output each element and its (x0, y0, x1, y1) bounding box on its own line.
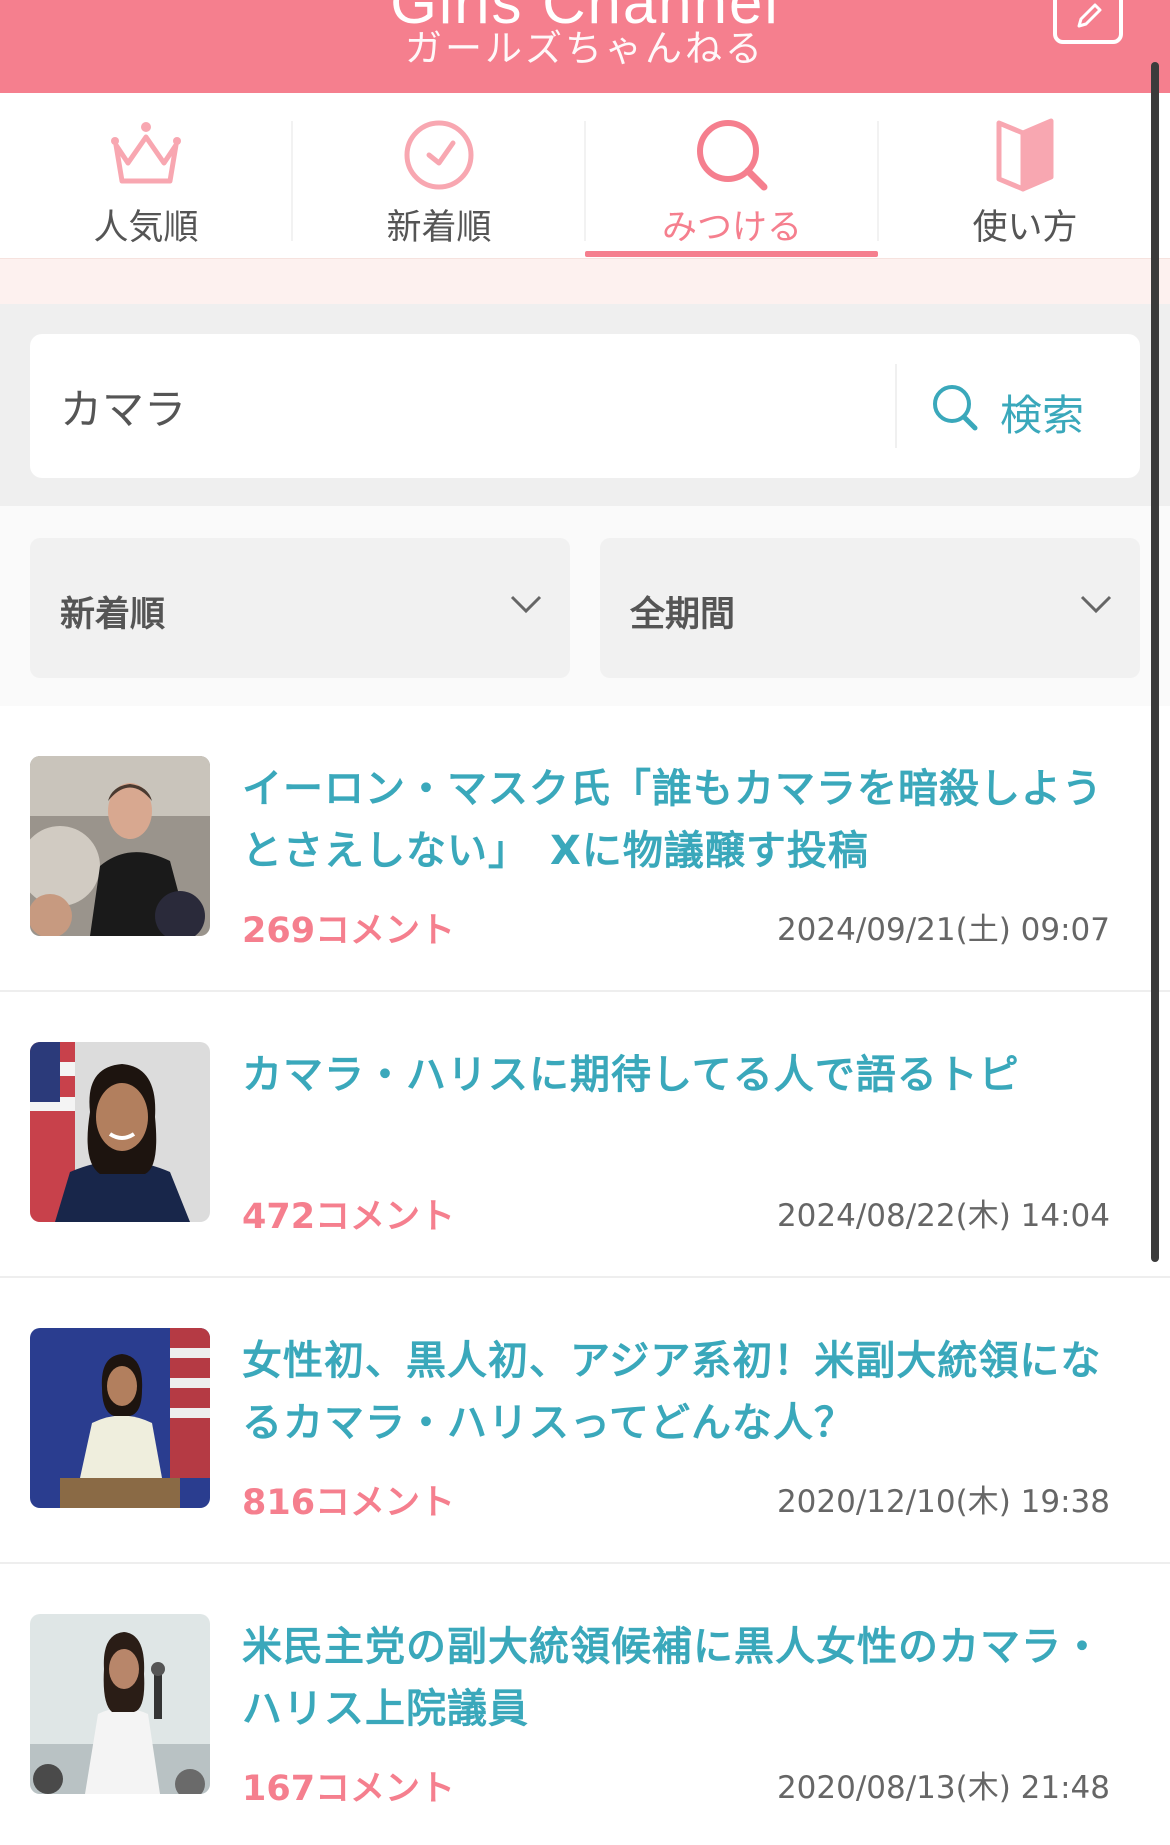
topic-date: 2020/08/13(木) 21:48 (776, 1770, 1110, 1806)
tabs-bottom-strip (0, 258, 1170, 304)
topic-thumbnail[interactable] (30, 1614, 210, 1794)
tab-newest[interactable]: 新着順 (293, 93, 585, 258)
topic-date: 2020/12/10(木) 19:38 (776, 1484, 1110, 1520)
topic-thumbnail[interactable] (30, 756, 210, 936)
list-item[interactable]: 女性初、黒人初、アジア系初！米副大統領になるカマラ・ハリスってどんな人？ 816… (0, 1278, 1170, 1564)
search-button[interactable]: 検索 (930, 364, 1120, 448)
topic-title[interactable]: カマラ・ハリスに期待してる人で語るトピ (242, 1044, 1122, 1106)
kamala-harris-microphone (30, 1614, 210, 1794)
chevron-down-icon (1080, 595, 1112, 614)
tab-how-to-use[interactable]: 使い方 (879, 93, 1170, 258)
comment-count: 472コメント (242, 1197, 456, 1237)
topic-thumbnail[interactable] (30, 1328, 210, 1508)
topic-date: 2024/08/22(木) 14:04 (776, 1198, 1110, 1234)
active-tab-indicator (585, 251, 878, 257)
list-item[interactable]: カマラ・ハリスに期待してる人で語るトピ 472コメント 2024/08/22(木… (0, 992, 1170, 1278)
search-icon (933, 385, 978, 431)
tab-label: 使い方 (972, 208, 1078, 248)
search-section: 検索 (0, 304, 1170, 506)
topic-date: 2024/09/21(土) 09:07 (776, 912, 1110, 948)
comment-count: 167コメント (242, 1769, 456, 1809)
kamala-harris-portrait (30, 1042, 210, 1222)
comment-count: 816コメント (242, 1483, 456, 1523)
period-select-value: 全期間 (630, 595, 736, 635)
tab-label: 人気順 (93, 208, 199, 248)
search-input[interactable] (60, 364, 900, 448)
tab-popular[interactable]: 人気順 (0, 93, 292, 258)
logo-japanese[interactable]: ガールズちゃんねる (0, 18, 1170, 72)
filter-bar: 新着順 全期間 (0, 506, 1170, 706)
pencil-icon (1077, 3, 1102, 28)
clock-icon (404, 120, 474, 190)
elon-musk-photo (30, 756, 210, 936)
topic-thumbnail[interactable] (30, 1042, 210, 1222)
tab-label: 新着順 (386, 208, 492, 248)
kamala-harris-podium (30, 1328, 210, 1508)
app-header: Girls Channel ガールズちゃんねる (0, 0, 1170, 93)
page-scrollbar[interactable] (1151, 62, 1159, 1262)
search-icon (697, 120, 768, 191)
search-box: 検索 (30, 334, 1140, 478)
period-select[interactable]: 全期間 (600, 538, 1140, 678)
chevron-down-icon (510, 595, 542, 614)
crown-icon (111, 122, 181, 184)
post-topic-button[interactable] (1053, 0, 1123, 44)
book-icon (996, 118, 1054, 192)
sort-select-value: 新着順 (60, 595, 166, 635)
tab-label: みつける (661, 208, 802, 248)
sort-select[interactable]: 新着順 (30, 538, 570, 678)
search-button-label: 検索 (1000, 391, 1085, 440)
divider (895, 364, 897, 448)
list-item[interactable]: 米民主党の副大統領候補に黒人女性のカマラ・ハリス上院議員 167コメント 202… (0, 1564, 1170, 1845)
comment-count: 269コメント (242, 911, 456, 951)
topic-title[interactable]: 女性初、黒人初、アジア系初！米副大統領になるカマラ・ハリスってどんな人？ (242, 1330, 1122, 1454)
list-item[interactable]: イーロン・マスク氏「誰もカマラを暗殺しようとさえしない」 Xに物議醸す投稿 26… (0, 706, 1170, 992)
topic-title[interactable]: 米民主党の副大統領候補に黒人女性のカマラ・ハリス上院議員 (242, 1616, 1122, 1740)
nav-tabs: 人気順 新着順 みつける 使い方 (0, 93, 1170, 258)
topic-title[interactable]: イーロン・マスク氏「誰もカマラを暗殺しようとさえしない」 Xに物議醸す投稿 (242, 758, 1122, 882)
tab-find[interactable]: みつける (586, 93, 878, 258)
